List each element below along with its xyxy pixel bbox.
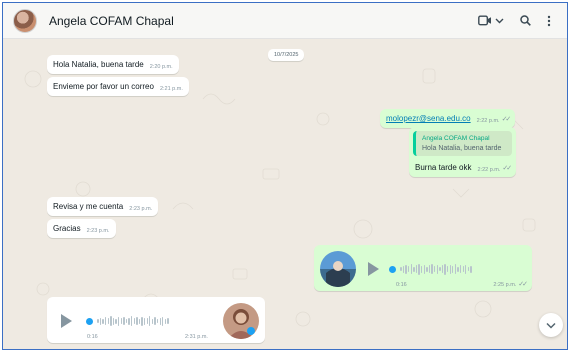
scroll-to-bottom-button[interactable] <box>539 313 563 337</box>
email-link[interactable]: molopezr@sena.edu.co <box>386 114 471 123</box>
chat-header: Angela COFAM Chapal <box>3 3 567 39</box>
message-time: 2:22 p.m. <box>476 118 500 124</box>
menu-button[interactable] <box>547 15 551 27</box>
message-time: 2:25 p.m. <box>493 282 517 288</box>
message-bubble-incoming[interactable]: Revisa y me cuenta 2:23 p.m. <box>47 197 159 216</box>
message-text: Gracias <box>53 224 81 233</box>
message-bubble-outgoing[interactable]: Angela COFAM Chapal Hola Natalia, buena … <box>409 127 517 177</box>
audio-waveform[interactable] <box>86 316 169 326</box>
quoted-text: Hola Natalia, buena tarde <box>422 145 502 152</box>
message-bubble-incoming[interactable]: Hola Natalia, buena tarde 2:20 p.m. <box>47 55 179 74</box>
sender-avatar <box>320 251 356 287</box>
message-time-status: 2:25 p.m. ✓✓ <box>493 280 528 288</box>
read-receipt-icon: ✓✓ <box>501 116 512 123</box>
chevron-down-icon <box>546 322 556 329</box>
date-divider: 10/7/2025 <box>268 49 305 61</box>
message-time: 2:23 p.m. <box>86 228 110 234</box>
message-text: Hola Natalia, buena tarde <box>53 60 144 69</box>
contact-avatar[interactable] <box>13 8 37 33</box>
message-bubble-incoming[interactable]: Gracias 2:23 p.m. <box>47 219 116 238</box>
quoted-message[interactable]: Angela COFAM Chapal Hola Natalia, buena … <box>413 131 513 156</box>
header-actions <box>478 15 551 27</box>
message-text: Revisa y me cuenta <box>53 202 124 211</box>
search-icon <box>520 15 531 26</box>
whatsapp-window: Angela COFAM Chapal 10/7/2025 Hola Natal… <box>2 2 568 350</box>
contact-name[interactable]: Angela COFAM Chapal <box>49 14 174 28</box>
read-receipt-icon: ✓✓ <box>518 281 528 288</box>
audio-waveform[interactable] <box>389 263 472 275</box>
voice-message-incoming[interactable]: 0:16 2:31 p.m. <box>47 297 265 343</box>
message-time: 2:31 p.m. <box>185 334 208 340</box>
message-time: 2:23 p.m. <box>129 206 153 212</box>
quoted-author: Angela COFAM Chapal <box>422 135 490 142</box>
message-text: Burna tarde okk <box>415 163 472 172</box>
message-text: Envieme por favor un correo <box>53 82 154 91</box>
video-call-button[interactable] <box>478 15 504 26</box>
chevron-down-icon <box>495 18 504 23</box>
play-button[interactable] <box>368 262 379 276</box>
menu-icon <box>547 15 551 26</box>
search-button[interactable] <box>520 15 531 26</box>
message-time: 2:22 p.m. <box>477 167 501 173</box>
voice-duration: 0:16 <box>87 334 98 340</box>
voice-message-outgoing[interactable]: 0:16 2:25 p.m. ✓✓ <box>314 245 532 291</box>
play-button[interactable] <box>61 314 72 328</box>
message-time: 2:20 p.m. <box>149 64 173 70</box>
message-list: 10/7/2025 Hola Natalia, buena tarde 2:20 … <box>3 39 567 349</box>
message-bubble-incoming[interactable]: Envieme por favor un correo 2:21 p.m. <box>47 77 189 96</box>
read-receipt-icon: ✓✓ <box>502 165 512 172</box>
message-bubble-outgoing[interactable]: molopezr@sena.edu.co 2:22 p.m. ✓✓ <box>380 109 516 128</box>
playback-position-dot[interactable] <box>389 265 396 273</box>
voice-duration: 0:16 <box>396 282 407 288</box>
playback-position-dot[interactable] <box>86 317 93 325</box>
message-time: 2:21 p.m. <box>159 86 183 92</box>
video-call-icon <box>478 15 491 26</box>
sender-avatar <box>223 303 259 339</box>
